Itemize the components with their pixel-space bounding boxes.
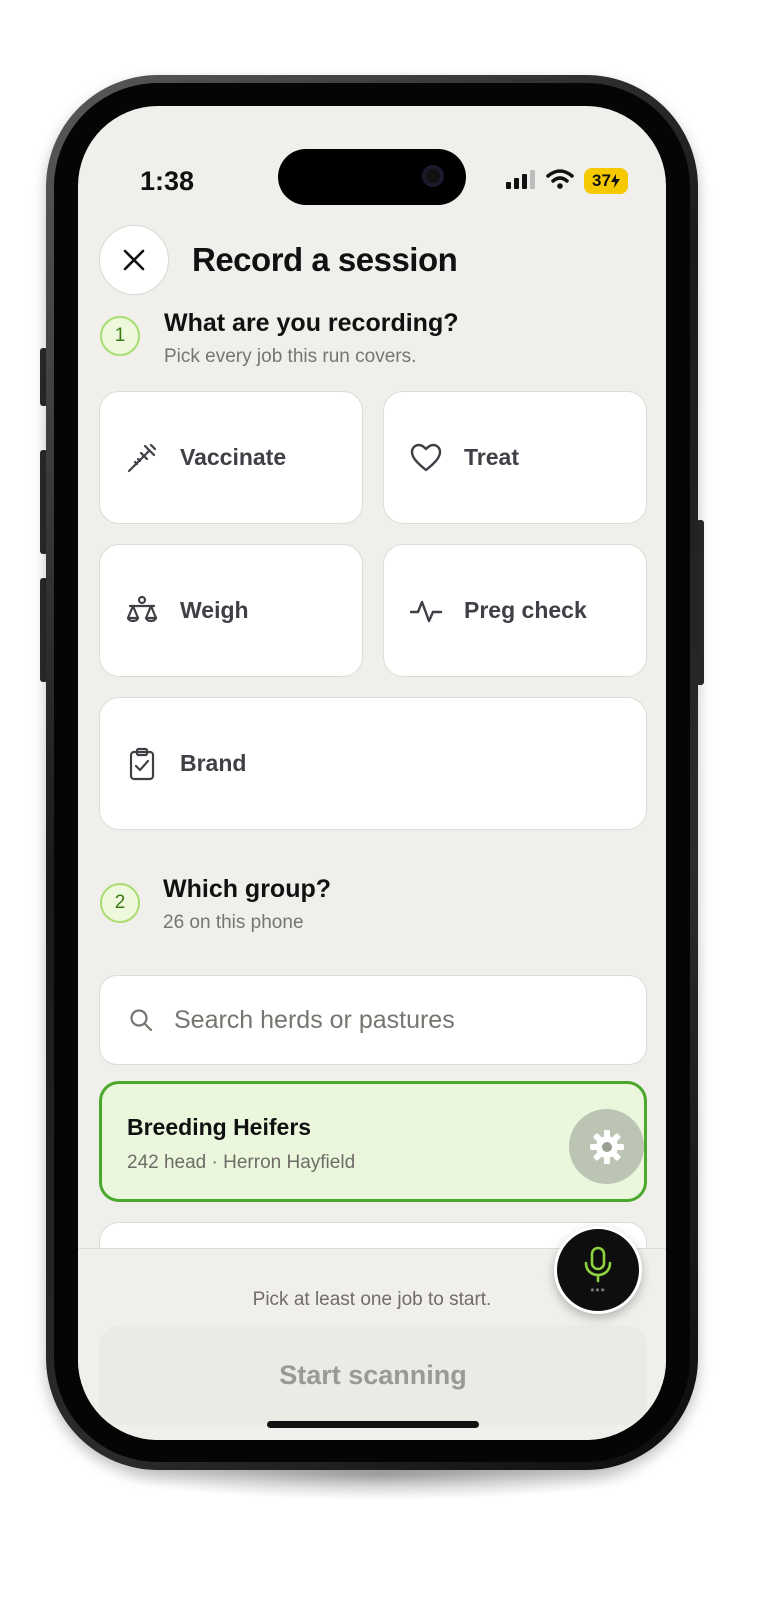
search-field[interactable]: Search herds or pastures: [99, 975, 647, 1065]
wifi-icon: [546, 168, 574, 194]
front-camera: [422, 165, 444, 187]
close-icon: [123, 249, 145, 271]
phone-bezel: 1:38 37 Record a session 1 What are you …: [54, 83, 690, 1462]
job-label: Brand: [180, 750, 247, 776]
gear-icon: [589, 1129, 624, 1164]
step-1-subtitle: Pick every job this run covers.: [164, 346, 417, 367]
close-button[interactable]: [99, 225, 169, 295]
start-scanning-button[interactable]: Start scanning: [99, 1325, 647, 1425]
search-icon: [128, 1007, 154, 1033]
job-label: Preg check: [464, 597, 587, 623]
step-1-title: What are you recording?: [164, 309, 459, 337]
cellular-signal-icon: [506, 169, 536, 194]
job-treat[interactable]: Treat: [383, 391, 647, 524]
syringe-icon: [124, 440, 160, 476]
group-settings-button[interactable]: [569, 1109, 644, 1184]
home-indicator[interactable]: [267, 1421, 479, 1428]
job-vaccinate[interactable]: Vaccinate: [99, 391, 363, 524]
charging-bolt-icon: [610, 174, 620, 188]
step-2-subtitle: 26 on this phone: [163, 912, 304, 933]
group-name: Breeding Heifers: [127, 1114, 312, 1140]
pulse-icon: [408, 593, 444, 629]
status-time: 1:38: [140, 166, 195, 196]
job-weigh[interactable]: Weigh: [99, 544, 363, 677]
group-meta: 242 head · Herron Hayfield: [127, 1152, 356, 1173]
job-preg-check[interactable]: Preg check: [383, 544, 647, 677]
step-2-title: Which group?: [163, 875, 332, 903]
battery-percent: 37: [592, 171, 611, 190]
job-label: Treat: [464, 444, 519, 470]
job-label: Vaccinate: [180, 444, 287, 470]
phone-frame: 1:38 37 Record a session 1 What are you …: [46, 75, 698, 1470]
screen: 1:38 37 Record a session 1 What are you …: [78, 106, 666, 1440]
dynamic-island: [278, 149, 466, 205]
microphone-icon: [584, 1246, 612, 1283]
group-card-selected[interactable]: Breeding Heifers 242 head · Herron Hayfi…: [99, 1081, 647, 1202]
step-2-badge: 2: [100, 883, 140, 923]
battery-indicator: 37: [584, 168, 628, 194]
heart-icon: [408, 440, 444, 476]
more-dots-icon: •••: [590, 1283, 606, 1297]
voice-input-button[interactable]: •••: [554, 1226, 642, 1314]
page-title: Record a session: [192, 241, 458, 278]
step-1-badge: 1: [100, 316, 140, 356]
clipboard-check-icon: [124, 746, 160, 782]
scale-icon: [124, 593, 160, 629]
job-brand[interactable]: Brand: [99, 697, 647, 830]
status-icons: 37: [506, 168, 628, 194]
search-placeholder: Search herds or pastures: [174, 1005, 455, 1034]
job-label: Weigh: [180, 597, 249, 623]
